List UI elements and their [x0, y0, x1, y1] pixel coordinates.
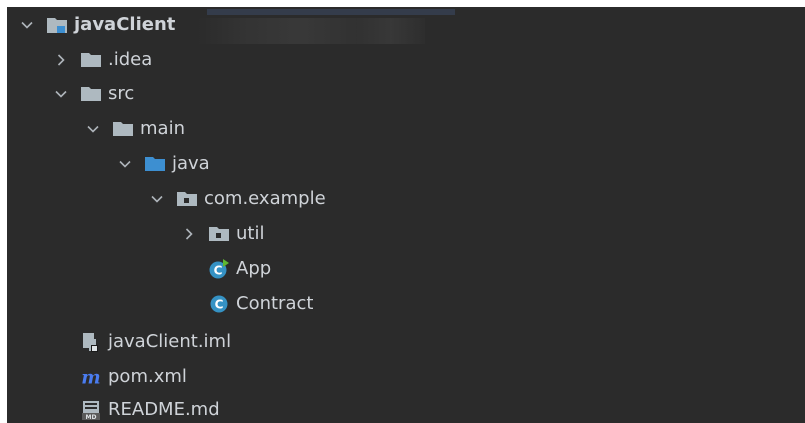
tree-node-label: App	[236, 258, 272, 279]
tree-node-util[interactable]: util	[7, 217, 805, 251]
svg-text:C: C	[215, 298, 224, 312]
tree-node-src[interactable]: src	[7, 77, 805, 111]
tree-node-java[interactable]: java	[7, 147, 805, 181]
java-class-main-icon: C	[208, 258, 230, 280]
chevron-right-icon[interactable]	[178, 223, 200, 245]
module-folder-icon	[46, 14, 68, 36]
tree-node-main[interactable]: main	[7, 112, 805, 146]
svg-text:m: m	[81, 367, 100, 388]
tree-node-label: javaClient.iml	[108, 331, 232, 352]
svg-text:C: C	[214, 264, 223, 278]
folder-icon	[80, 83, 102, 105]
chevron-down-icon[interactable]	[50, 83, 72, 105]
tree-node-app[interactable]: C App	[7, 252, 805, 286]
project-tree-panel: javaClient .idea src main java com.examp…	[7, 7, 805, 423]
maven-icon: m	[80, 366, 102, 388]
folder-icon	[80, 49, 102, 71]
tree-node-idea[interactable]: .idea	[7, 43, 805, 77]
tree-node-pom-xml[interactable]: m pom.xml	[7, 360, 805, 394]
svg-text:MD: MD	[86, 414, 97, 421]
package-icon	[208, 223, 230, 245]
tree-node-label: main	[140, 118, 185, 139]
tree-node-label: src	[108, 83, 135, 104]
tree-node-label: .idea	[108, 49, 153, 70]
tree-node-label: java	[172, 153, 210, 174]
markdown-icon: MD	[80, 399, 102, 421]
tree-node-label: com.example	[204, 188, 326, 209]
tree-node-javaclient-iml[interactable]: javaClient.iml	[7, 325, 805, 359]
chevron-right-icon[interactable]	[50, 49, 72, 71]
tree-node-label: Contract	[236, 293, 314, 314]
tree-node-com-example[interactable]: com.example	[7, 182, 805, 216]
tree-node-label: javaClient	[74, 14, 176, 35]
chevron-down-icon[interactable]	[146, 188, 168, 210]
tree-node-label: util	[236, 223, 265, 244]
tree-node-label: README.md	[108, 399, 220, 420]
chevron-down-icon[interactable]	[16, 14, 38, 36]
tree-node-readme[interactable]: MD README.md	[7, 393, 805, 423]
chevron-down-icon[interactable]	[114, 153, 136, 175]
java-class-icon: C	[208, 293, 230, 315]
source-folder-icon	[144, 153, 166, 175]
chevron-down-icon[interactable]	[82, 118, 104, 140]
module-file-icon	[80, 331, 102, 353]
package-icon	[176, 188, 198, 210]
tree-node-label: pom.xml	[108, 366, 187, 387]
folder-icon	[112, 118, 134, 140]
tree-node-contract[interactable]: C Contract	[7, 287, 805, 321]
tree-node-javaclient[interactable]: javaClient	[7, 8, 805, 42]
